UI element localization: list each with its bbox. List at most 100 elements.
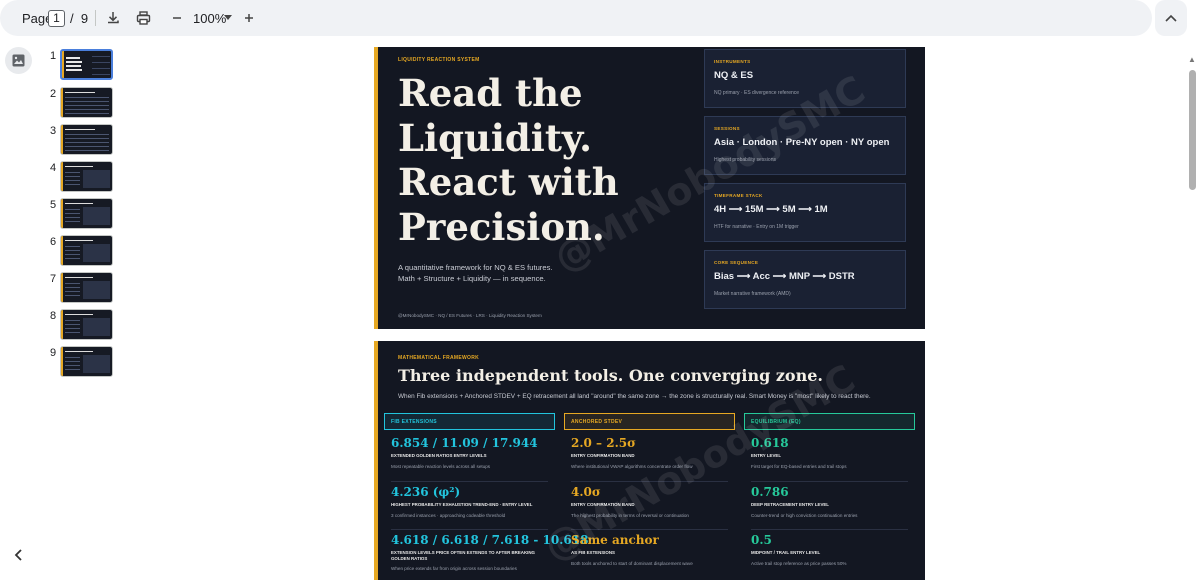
slide2-subtitle: When Fib extensions + Anchored STDEV + E… <box>398 393 871 400</box>
thumbnail-number: 8 <box>50 310 57 322</box>
metric-block: 6.854 / 11.09 / 17.944 EXTENDED GOLDEN RA… <box>391 436 549 469</box>
metric-block: 4.618 / 6.618 / 7.618 - 10.618 EXTENSION … <box>391 533 588 571</box>
metric-note: Where institutional VWAP algorithms conc… <box>571 463 693 469</box>
metric-divider <box>391 481 548 482</box>
metric-divider <box>751 529 908 530</box>
pdf-toolbar: Page 1 / 9 100% <box>0 0 1152 36</box>
metric-block: 0.5 MIDPOINT / TRAIL ENTRY LEVEL Active tr… <box>751 533 909 566</box>
metric-title: EXTENSION LEVELS PRICE OFTEN EXTENDS TO … <box>391 550 535 561</box>
accent-bar <box>374 47 378 329</box>
card-note: Highest probability sessions <box>714 157 776 163</box>
metric-divider <box>751 481 908 482</box>
thumbnail-number: 7 <box>50 273 57 285</box>
column-header-label: FIB EXTENSIONS <box>391 419 437 425</box>
page-number-input[interactable]: 1 <box>48 10 65 27</box>
page-thumbnail[interactable] <box>60 346 113 377</box>
slide2-kicker: MATHEMATICAL FRAMEWORK <box>398 355 480 361</box>
metric-value: 0.786 <box>751 485 789 499</box>
download-icon[interactable] <box>101 6 125 30</box>
column-header-label: ANCHORED STDEV <box>571 419 623 425</box>
card-label: SESSIONS <box>714 126 740 131</box>
collapse-icon <box>1165 14 1177 22</box>
sidebar-toggle-button[interactable] <box>8 545 28 565</box>
metric-block: 4.0σ ENTRY CONFIRMATION BAND The highest p… <box>571 485 729 518</box>
page-thumbnail[interactable] <box>60 309 113 340</box>
metric-title: ENTRY CONFIRMATION BAND <box>571 502 635 507</box>
page-separator: / <box>70 11 74 26</box>
card-note: NQ primary · ES divergence reference <box>714 90 800 96</box>
metric-title: MIDPOINT / TRAIL ENTRY LEVEL <box>751 550 821 555</box>
card-note: Market narrative framework (AMD) <box>714 291 791 297</box>
card-label: TIMEFRAME STACK <box>714 193 763 198</box>
metric-note: The highest probability in terms of reve… <box>571 512 689 518</box>
card-value: NQ & ES <box>714 70 754 81</box>
metric-value: 4.236 (φ²) <box>391 485 461 499</box>
card-value: Bias ⟶ Acc ⟶ MNP ⟶ DSTR <box>714 271 855 282</box>
thumbnail-number: 5 <box>50 199 57 211</box>
page-thumbnail[interactable] <box>60 198 113 229</box>
metric-note: Counter-trend or high conviction continu… <box>751 512 858 518</box>
thumbnail-number: 6 <box>50 236 57 248</box>
fib-extensions-column: FIB EXTENSIONS 6.854 / 11.09 / 17.944 EXTE… <box>384 413 588 580</box>
metric-title: AS FIB EXTENSIONS <box>571 550 615 555</box>
card-instruments: INSTRUMENTS NQ & ES NQ primary · ES dive… <box>704 49 906 108</box>
metric-title: ENTRY CONFIRMATION BAND <box>571 453 635 458</box>
metric-title: HIGHEST PROBABILITY EXHAUSTION TREND-END… <box>391 502 533 507</box>
image-view-toggle[interactable] <box>5 47 32 74</box>
page-thumbnail[interactable] <box>60 235 113 266</box>
page-thumbnail[interactable] <box>60 87 113 118</box>
page-thumbnail[interactable] <box>60 49 113 80</box>
metric-block: 4.236 (φ²) HIGHEST PROBABILITY EXHAUSTION… <box>391 485 549 518</box>
hero-title: Read the Liquidity. React with Precision… <box>398 71 619 249</box>
hero-line-4: Precision. <box>398 204 605 249</box>
metric-note: Most repeatable reaction levels across a… <box>391 463 491 469</box>
slide1-kicker: LIQUIDITY REACTION SYSTEM <box>398 57 480 63</box>
metric-value: 4.618 / 6.618 / 7.618 - 10.618 <box>391 533 589 547</box>
zoom-out-icon[interactable] <box>165 6 189 30</box>
column-header: EQUILIBRIUM (EQ) <box>744 413 915 430</box>
metric-value: 0.5 <box>751 533 772 547</box>
metric-block: Same anchor AS FIB EXTENSIONS Both tools a… <box>571 533 729 566</box>
scroll-thumb[interactable] <box>1189 70 1196 190</box>
subtitle-line-1: A quantitative framework for NQ & ES fut… <box>398 263 553 272</box>
hero-line-3: React with <box>398 160 619 204</box>
metric-title: EXTENDED GOLDEN RATIOS ENTRY LEVELS <box>391 453 487 458</box>
page-thumbnail[interactable] <box>60 272 113 303</box>
metric-value: 6.854 / 11.09 / 17.944 <box>391 436 538 450</box>
metric-divider <box>571 529 728 530</box>
metric-value: Same anchor <box>571 533 659 547</box>
page-thumbnail[interactable] <box>60 161 113 192</box>
metric-block: 0.618 ENTRY LEVEL First target for EQ-base… <box>751 436 909 469</box>
column-header: ANCHORED STDEV <box>564 413 735 430</box>
metric-title: DEEP RETRACEMENT ENTRY LEVEL <box>751 502 829 507</box>
card-value: Asia · London · Pre-NY open · NY open <box>714 137 890 148</box>
total-pages: 9 <box>80 11 89 26</box>
card-core-sequence: CORE SEQUENCE Bias ⟶ Acc ⟶ MNP ⟶ DSTR Ma… <box>704 250 906 309</box>
card-timeframe-stack: TIMEFRAME STACK 4H ⟶ 15M ⟶ 5M ⟶ 1M HTF f… <box>704 183 906 242</box>
scroll-up-icon[interactable]: ▲ <box>1188 55 1196 64</box>
card-sessions: SESSIONS Asia · London · Pre-NY open · N… <box>704 116 906 175</box>
zoom-in-icon[interactable] <box>237 6 261 30</box>
thumbnail-number: 3 <box>50 125 57 137</box>
metric-note: 3 confirmed instances · approaching code… <box>391 512 506 518</box>
column-header: FIB EXTENSIONS <box>384 413 555 430</box>
subtitle-line-2: Math + Structure + Liquidity — in sequen… <box>398 274 546 283</box>
page-total: / 9 <box>70 11 88 26</box>
slide-page-1: LIQUIDITY REACTION SYSTEM Read the Liqui… <box>374 47 925 329</box>
metric-note: Both tools anchored to start of dominant… <box>571 560 693 566</box>
metric-value: 4.0σ <box>571 485 601 499</box>
print-icon[interactable] <box>131 6 155 30</box>
equilibrium-column: EQUILIBRIUM (EQ) 0.618 ENTRY LEVEL First ta… <box>744 413 915 580</box>
scrollbar[interactable]: ▲ <box>1185 40 1200 580</box>
chevron-left-icon <box>14 549 22 561</box>
metric-divider <box>391 529 548 530</box>
column-header-label: EQUILIBRIUM (EQ) <box>751 419 801 425</box>
collapse-toolbar-button[interactable] <box>1155 0 1187 36</box>
page-thumbnail[interactable] <box>60 124 113 155</box>
accent-bar <box>374 341 378 580</box>
metric-value: 0.618 <box>751 436 789 450</box>
metric-title: ENTRY LEVEL <box>751 453 782 458</box>
card-label: CORE SEQUENCE <box>714 260 759 265</box>
card-label: INSTRUMENTS <box>714 59 751 64</box>
thumbnail-number: 9 <box>50 347 57 359</box>
